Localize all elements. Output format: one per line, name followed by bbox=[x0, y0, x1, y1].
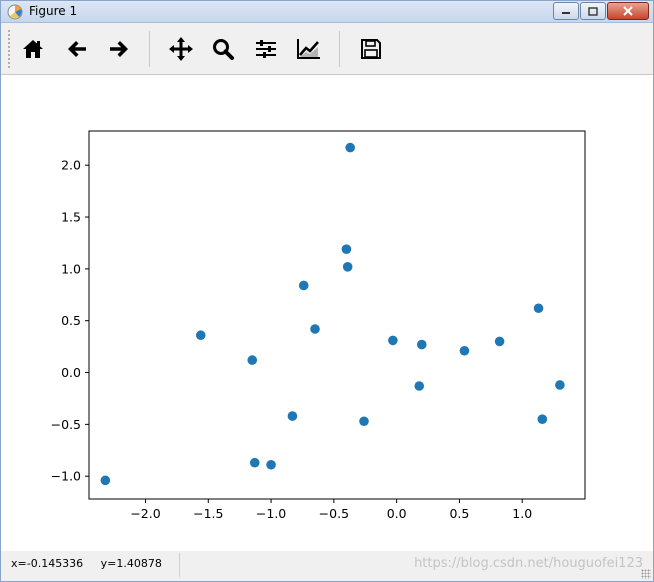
y-tick-label: 2.0 bbox=[61, 158, 81, 173]
x-tick-label: 0.0 bbox=[387, 506, 407, 521]
save-icon bbox=[361, 39, 381, 59]
subplots-config-icon bbox=[256, 40, 276, 58]
status-separator bbox=[179, 553, 180, 577]
maximize-button[interactable] bbox=[580, 2, 606, 20]
minimize-button[interactable] bbox=[553, 2, 579, 20]
scatter-point bbox=[345, 142, 355, 153]
scatter-point bbox=[298, 280, 309, 291]
home-button[interactable] bbox=[17, 33, 49, 65]
toolbar-grip[interactable] bbox=[7, 29, 11, 69]
y-tick-label: 1.5 bbox=[61, 210, 81, 225]
x-tick-label: 1.0 bbox=[512, 506, 532, 521]
back-arrow-icon bbox=[68, 41, 86, 57]
figure-window: Figure 1 −2.0 −1.5 −1.0 −0.5 0.0 0.5 1.0… bbox=[0, 0, 654, 582]
save-button[interactable] bbox=[355, 33, 387, 65]
forward-arrow-icon bbox=[110, 41, 128, 57]
pan-icon bbox=[169, 37, 193, 61]
y-tick-label: −0.5 bbox=[51, 417, 81, 432]
axes-frame bbox=[88, 130, 586, 500]
close-icon bbox=[623, 6, 633, 16]
y-tick-label: 0.0 bbox=[61, 365, 81, 380]
navigation-toolbar bbox=[1, 23, 653, 75]
scatter-point bbox=[342, 261, 353, 272]
pan-button[interactable] bbox=[165, 33, 197, 65]
scatter-point bbox=[341, 244, 352, 254]
subplots-button[interactable] bbox=[250, 33, 282, 65]
scatter-point bbox=[537, 414, 548, 424]
x-tick-label: −1.0 bbox=[256, 506, 286, 521]
toolbar-separator bbox=[149, 31, 150, 67]
scatter-point bbox=[388, 335, 398, 346]
y-tick-label: 1.0 bbox=[61, 261, 81, 276]
forward-button[interactable] bbox=[103, 33, 135, 65]
scatter-point bbox=[266, 459, 276, 470]
x-tick-label: −0.5 bbox=[319, 506, 349, 521]
resize-grip[interactable] bbox=[641, 569, 651, 579]
scatter-point bbox=[414, 381, 425, 391]
scatter-point bbox=[555, 380, 565, 390]
scatter-plot[interactable]: −2.0 −1.5 −1.0 −0.5 0.0 0.5 1.0 −1.0 −0.5 0.0 0.5 1… bbox=[9, 76, 647, 550]
scatter-point bbox=[287, 411, 298, 421]
scatter-point bbox=[459, 345, 470, 356]
window-title: Figure 1 bbox=[29, 4, 78, 18]
toolbar-separator bbox=[339, 31, 340, 67]
cursor-coordinates: x=-0.145336 y=1.40878 bbox=[11, 557, 162, 570]
close-button[interactable] bbox=[607, 2, 649, 20]
y-tick-label: −1.0 bbox=[51, 469, 81, 484]
scatter-point bbox=[533, 303, 544, 314]
matplotlib-icon bbox=[7, 4, 23, 20]
scatter-point bbox=[195, 330, 206, 341]
title-bar[interactable]: Figure 1 bbox=[1, 1, 653, 23]
zoom-icon bbox=[213, 39, 234, 60]
figure-canvas[interactable]: −2.0 −1.5 −1.0 −0.5 0.0 0.5 1.0 −1.0 −0.5 0.0 0.5 1… bbox=[9, 76, 647, 550]
scatter-point bbox=[247, 355, 258, 365]
zoom-button[interactable] bbox=[207, 33, 239, 65]
scatter-point bbox=[310, 324, 320, 334]
x-tick-label: −2.0 bbox=[130, 506, 160, 521]
scatter-point bbox=[249, 457, 260, 468]
back-button[interactable] bbox=[61, 33, 93, 65]
scatter-point bbox=[494, 336, 505, 347]
maximize-icon bbox=[588, 6, 598, 16]
x-tick-label: −1.5 bbox=[193, 506, 223, 521]
scatter-point bbox=[100, 475, 111, 486]
status-bar: x=-0.145336 y=1.40878 https://blog.csdn.… bbox=[1, 551, 653, 581]
y-tick-label: 0.5 bbox=[61, 313, 81, 328]
scatter-point bbox=[359, 416, 369, 427]
home-icon bbox=[23, 40, 43, 58]
window-controls bbox=[552, 2, 649, 20]
x-tick-label: 0.5 bbox=[449, 506, 469, 521]
watermark: https://blog.csdn.net/houguofei123 bbox=[414, 556, 643, 571]
minimize-icon bbox=[562, 12, 570, 14]
edit-axis-button[interactable] bbox=[293, 33, 325, 65]
edit-axis-icon bbox=[297, 39, 320, 59]
scatter-point bbox=[416, 339, 427, 350]
